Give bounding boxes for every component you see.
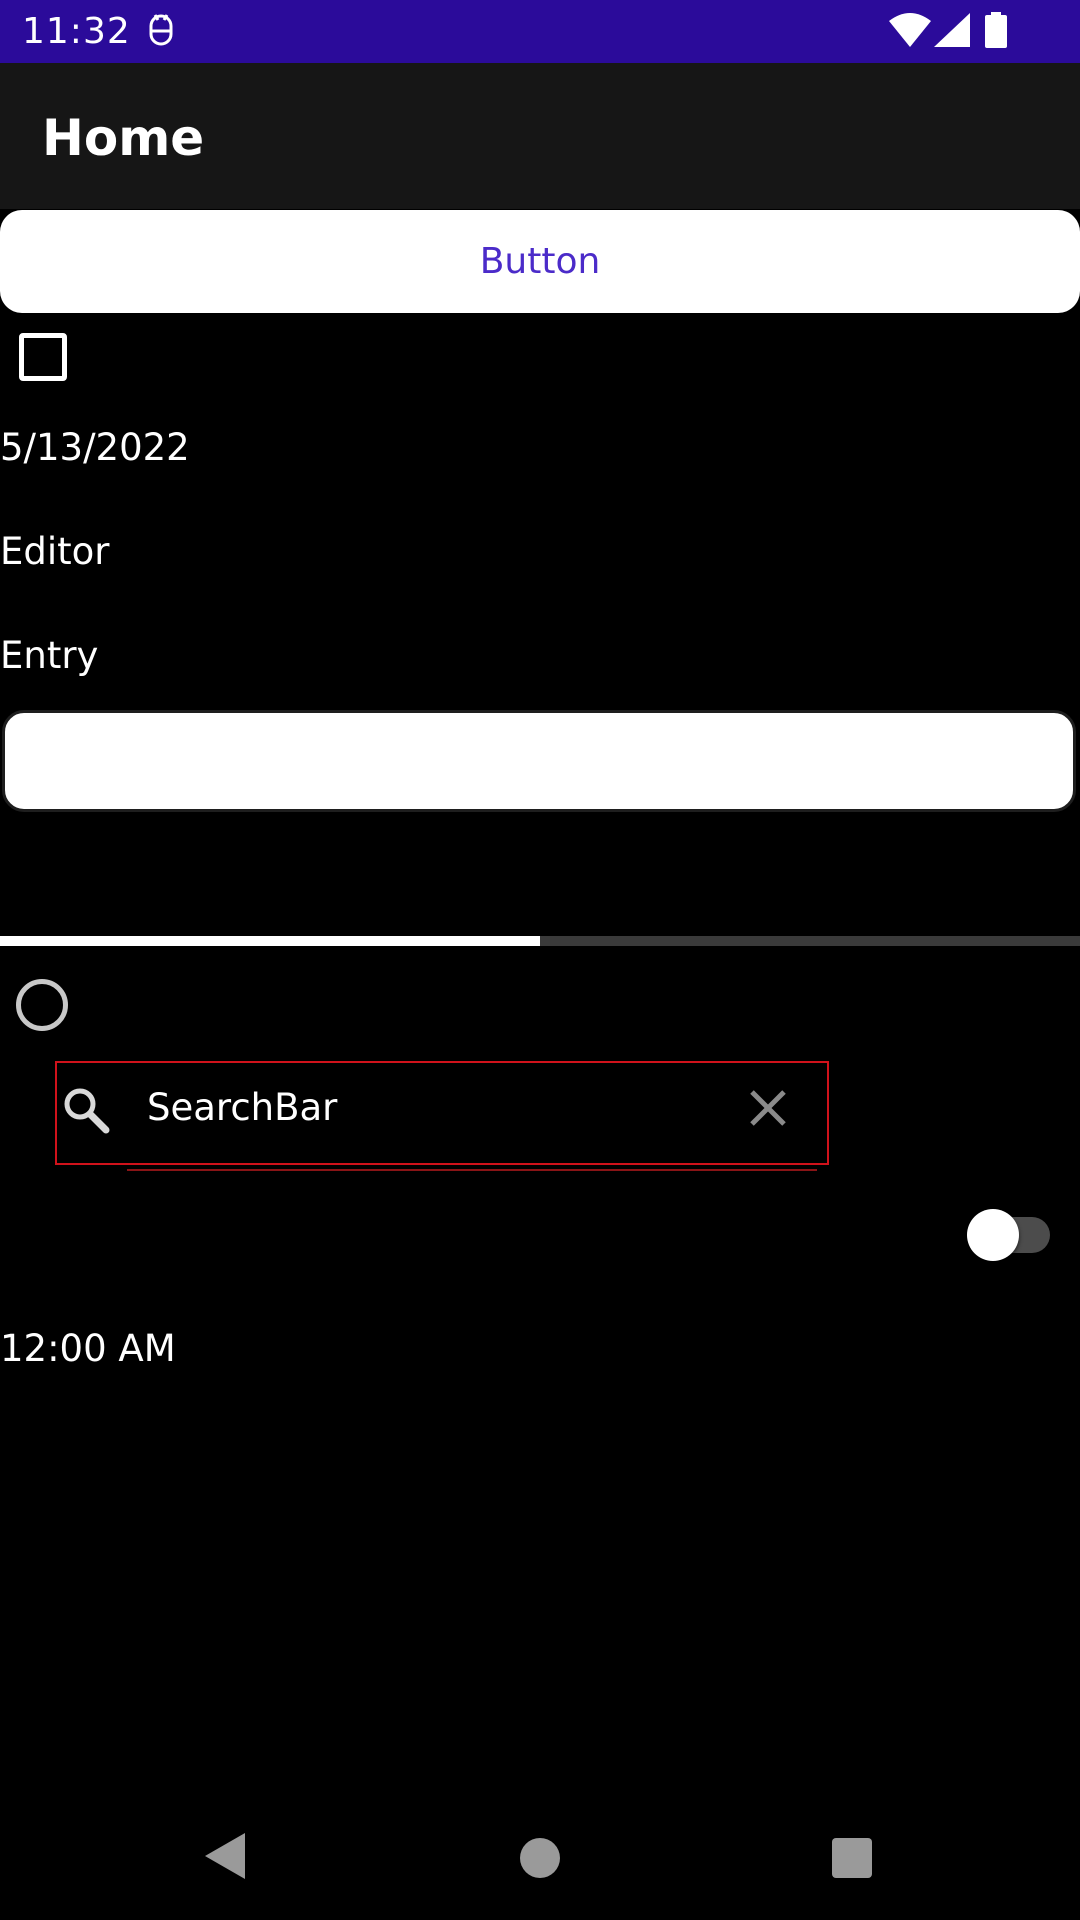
entry-label[interactable]: Entry: [0, 632, 98, 680]
entry-field[interactable]: [2, 710, 1076, 812]
switch-thumb[interactable]: [967, 1209, 1019, 1261]
progress-fill: [0, 936, 540, 946]
recents-icon[interactable]: [832, 1838, 872, 1878]
signal-icon: [934, 13, 970, 47]
status-time: 11:32: [22, 11, 131, 52]
time-picker[interactable]: 12:00 AM: [0, 1325, 176, 1373]
main-button[interactable]: Button: [0, 210, 1080, 313]
search-input[interactable]: SearchBar: [147, 1083, 337, 1133]
battery-icon: [985, 12, 1007, 48]
date-picker[interactable]: 5/13/2022: [0, 424, 190, 472]
checkbox[interactable]: [19, 333, 67, 381]
search-underline: [127, 1169, 817, 1171]
app-notification-icon: [149, 14, 173, 46]
radio-button[interactable]: [16, 979, 68, 1031]
search-icon[interactable]: [60, 1084, 112, 1136]
home-icon[interactable]: [520, 1838, 560, 1878]
page-title: Home: [42, 109, 205, 167]
progress-bar: [0, 936, 1080, 946]
clear-icon[interactable]: [744, 1084, 792, 1132]
wifi-icon: [889, 13, 931, 47]
back-icon[interactable]: [205, 1833, 245, 1879]
editor-field[interactable]: Editor: [0, 528, 110, 576]
